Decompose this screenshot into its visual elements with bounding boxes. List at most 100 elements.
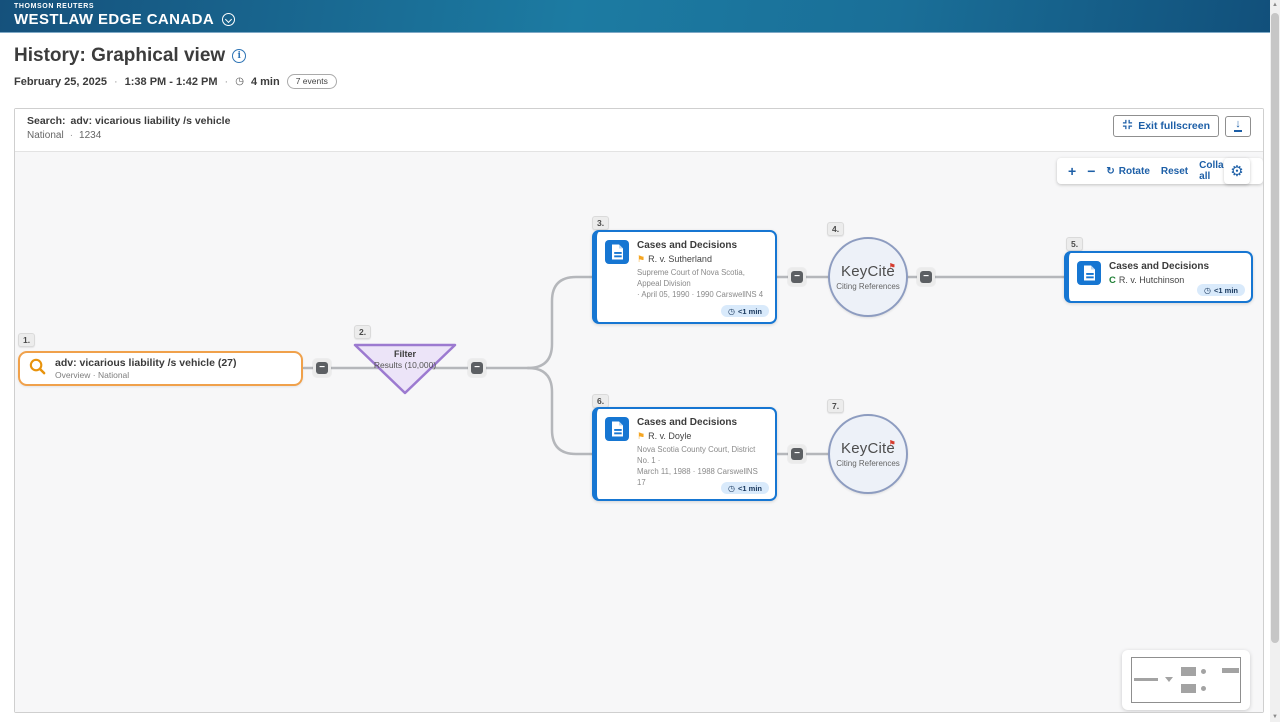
duration-value: <1 min: [1214, 286, 1238, 295]
meta-separator: ·: [225, 76, 229, 88]
session-time-range: 1:38 PM - 1:42 PM: [125, 76, 218, 88]
search-label: Search:: [27, 115, 66, 127]
exit-fullscreen-icon: [1122, 119, 1133, 133]
rotate-button[interactable]: ↻ Rotate: [1106, 166, 1150, 177]
session-duration: 4 min: [251, 76, 280, 88]
events-count-badge: 7 events: [287, 74, 337, 89]
keycite-subtitle: Citing References: [836, 282, 900, 291]
collapse-button-6[interactable]: −: [788, 445, 806, 463]
card-title: Cases and Decisions: [637, 417, 767, 429]
collapse-button-1[interactable]: −: [313, 359, 331, 377]
case-detail-line1: Supreme Court of Nova Scotia, Appeal Div…: [637, 267, 767, 289]
keycite-flag-icon: ⚑: [637, 255, 645, 264]
search-node[interactable]: adv: vicarious liability /s vehicle (27)…: [18, 351, 303, 386]
client-id: 1234: [79, 130, 101, 141]
keycite-wordmark: KeyCite: [841, 440, 895, 457]
brand-thomson-reuters: THOMSON REUTERS: [14, 3, 1280, 11]
case-detail-line1: Nova Scotia County Court, District No. 1…: [637, 444, 767, 466]
duration-badge: ◷ <1 min: [1197, 284, 1245, 296]
keycite-wordmark: KeyCite: [841, 263, 895, 280]
filter-title: Filter: [355, 349, 455, 360]
page-scrollbar[interactable]: ▲ ▼: [1270, 0, 1280, 722]
reset-button[interactable]: Reset: [1161, 166, 1188, 177]
document-node-doyle[interactable]: Cases and Decisions ⚑ R. v. Doyle Nova S…: [592, 407, 777, 501]
duration-value: <1 min: [738, 307, 762, 316]
exit-fullscreen-label: Exit fullscreen: [1138, 120, 1210, 132]
panel-bar: Search: adv: vicarious liability /s vehic…: [15, 109, 1263, 152]
minimap-card-node: [1181, 684, 1196, 693]
keycite-logo: KeyCite ⚑: [841, 264, 895, 280]
node-number-2: 2.: [354, 325, 371, 339]
document-icon: [605, 417, 629, 488]
minimap-viewport: [1131, 657, 1241, 703]
search-node-subtitle: Overview · National: [55, 370, 237, 380]
document-icon: [605, 240, 629, 300]
keycite-node-4[interactable]: KeyCite ⚑ Citing References: [828, 237, 908, 317]
duration-badge: ◷ <1 min: [721, 482, 769, 494]
search-query: adv: vicarious liability /s vehicle: [71, 115, 231, 127]
search-icon: [28, 357, 47, 381]
duration-badge: ◷ <1 min: [721, 305, 769, 317]
collapse-button-4[interactable]: −: [917, 268, 935, 286]
keycite-flag-icon: ⚑: [637, 432, 645, 441]
document-node-sutherland[interactable]: Cases and Decisions ⚑ R. v. Sutherland S…: [592, 230, 777, 324]
brand-westlaw-edge-canada: WESTLAW EDGE CANADA: [14, 11, 214, 28]
minus-icon: −: [791, 271, 803, 283]
settings-button[interactable]: ⚙: [1224, 158, 1250, 184]
graph-canvas[interactable]: + − ↻ Rotate Reset Collapse all ⚙ 1. 2. …: [15, 152, 1263, 712]
keycite-red-flag-icon: ⚑: [889, 259, 896, 275]
collapse-button-2[interactable]: −: [468, 359, 486, 377]
app-header: THOMSON REUTERS WESTLAW EDGE CANADA: [0, 0, 1280, 33]
node-number-6: 6.: [592, 394, 609, 408]
collapse-button-3[interactable]: −: [788, 268, 806, 286]
node-number-4: 4.: [827, 222, 844, 236]
minimap-circle-node: [1201, 669, 1206, 674]
node-number-5: 5.: [1066, 237, 1083, 251]
scroll-down-arrow[interactable]: ▼: [1270, 714, 1280, 720]
page-title: History: Graphical view: [14, 45, 225, 67]
separator: ·: [70, 130, 73, 141]
case-detail-line2: · April 05, 1990 · 1990 CarswellNS 4: [637, 289, 767, 300]
scroll-up-arrow[interactable]: ▲: [1270, 2, 1280, 8]
duration-value: <1 min: [738, 484, 762, 493]
filter-node[interactable]: Filter Results (10,000): [355, 349, 455, 370]
meta-separator: ·: [114, 76, 118, 88]
rotate-icon: ↻: [1106, 166, 1114, 177]
clock-icon: ◷: [728, 307, 735, 316]
document-node-hutchinson[interactable]: Cases and Decisions C R. v. Hutchinson ◷…: [1064, 251, 1253, 303]
jurisdiction-label: National: [27, 130, 64, 141]
case-name: R. v. Hutchinson: [1119, 275, 1184, 285]
exit-fullscreen-button[interactable]: Exit fullscreen: [1113, 115, 1219, 137]
keycite-logo: KeyCite ⚑: [841, 441, 895, 457]
node-number-3: 3.: [592, 216, 609, 230]
document-icon: [1077, 261, 1101, 290]
brand-chevron-down-icon[interactable]: [222, 13, 235, 26]
minimap[interactable]: [1122, 650, 1250, 710]
gear-icon: ⚙: [1230, 162, 1243, 180]
minus-icon: −: [471, 362, 483, 374]
filter-subtitle: Results (10,000): [355, 360, 455, 370]
node-number-1: 1.: [18, 333, 35, 347]
session-date: February 25, 2025: [14, 76, 107, 88]
keycite-red-flag-icon: ⚑: [889, 436, 896, 452]
minimap-search-node: [1134, 678, 1158, 681]
clock-icon: ◷: [235, 76, 244, 87]
search-node-title: adv: vicarious liability /s vehicle (27): [55, 357, 237, 369]
zoom-in-button[interactable]: +: [1068, 164, 1076, 178]
minimap-circle-node: [1201, 686, 1206, 691]
info-icon[interactable]: i: [232, 49, 246, 63]
case-name: R. v. Sutherland: [648, 254, 712, 264]
history-panel: Search: adv: vicarious liability /s vehic…: [14, 108, 1264, 713]
download-icon: ↓: [1234, 120, 1242, 132]
search-summary: Search: adv: vicarious liability /s vehic…: [27, 115, 230, 141]
keycite-subtitle: Citing References: [836, 459, 900, 468]
download-button[interactable]: ↓: [1225, 116, 1251, 137]
zoom-out-button[interactable]: −: [1087, 164, 1095, 178]
minus-icon: −: [791, 448, 803, 460]
clock-icon: ◷: [728, 484, 735, 493]
keycite-node-7[interactable]: KeyCite ⚑ Citing References: [828, 414, 908, 494]
minus-icon: −: [920, 271, 932, 283]
page-head: History: Graphical view i February 25, 2…: [0, 33, 1280, 89]
scrollbar-thumb[interactable]: [1271, 13, 1279, 643]
card-title: Cases and Decisions: [1109, 261, 1209, 273]
